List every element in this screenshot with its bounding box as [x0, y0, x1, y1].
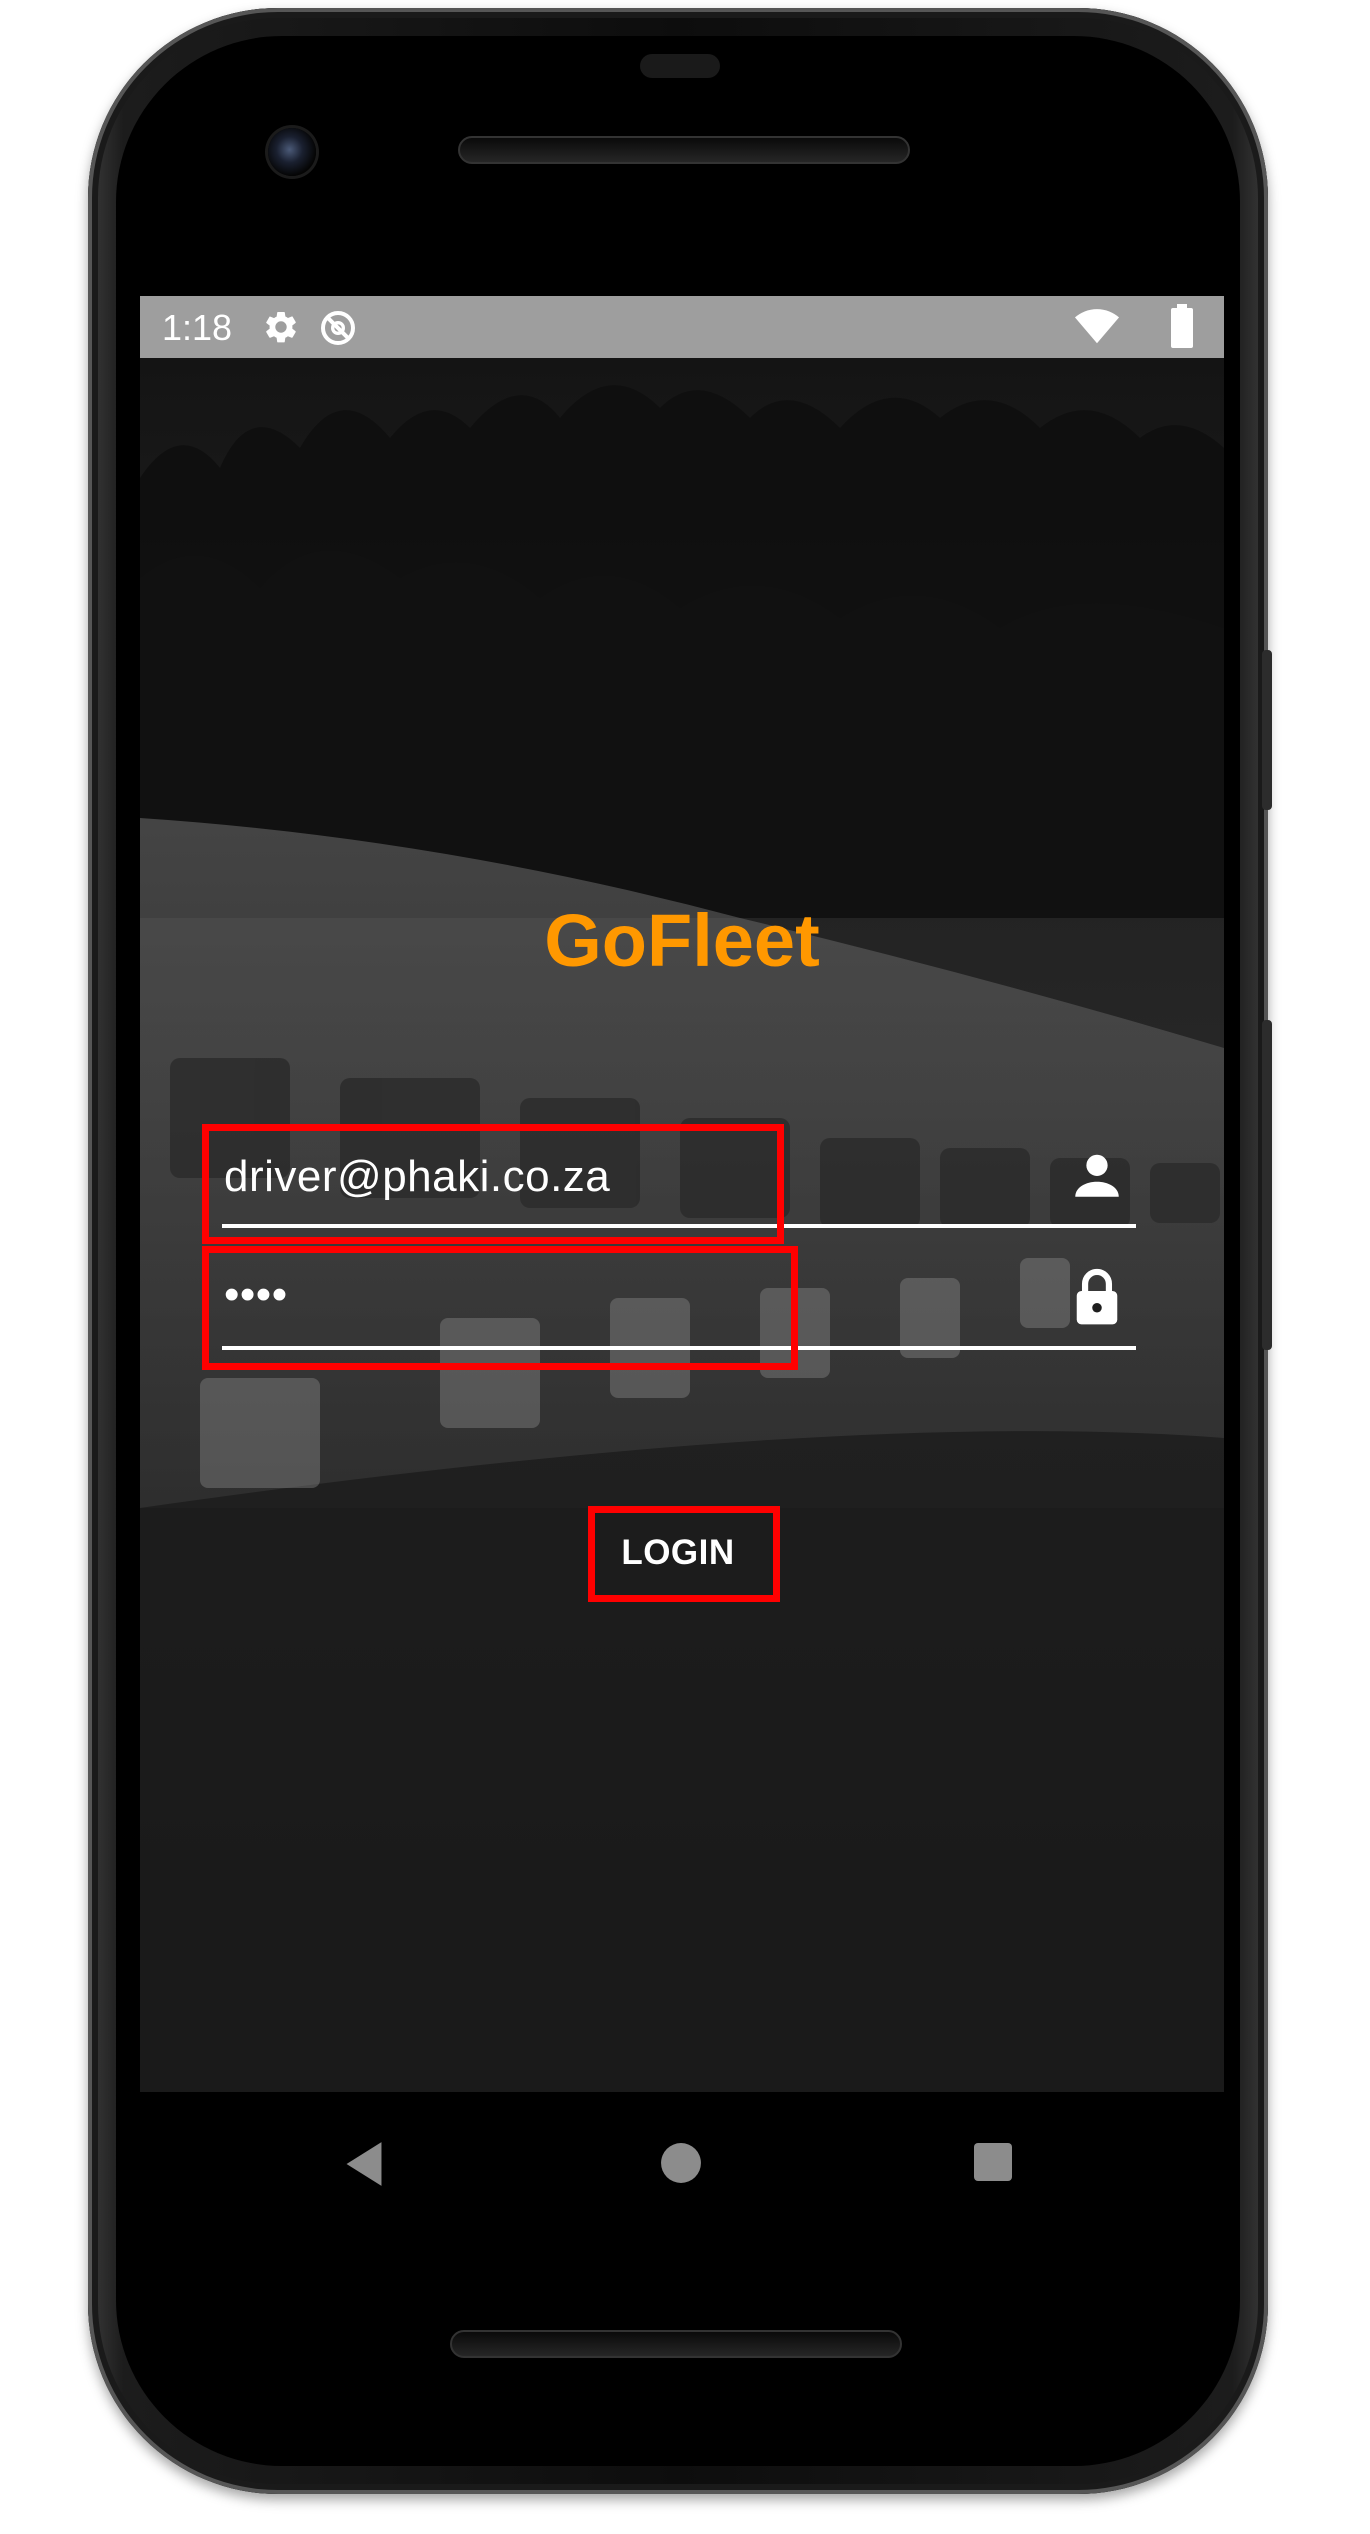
- gear-icon: [262, 308, 300, 351]
- battery-icon: [1170, 304, 1194, 353]
- navigation-bar: [0, 2118, 1370, 2208]
- home-icon[interactable]: [660, 2142, 702, 2189]
- login-highlight-box: [588, 1506, 780, 1602]
- status-bar: 1:18: [140, 296, 1224, 358]
- password-highlight-box: [202, 1246, 798, 1370]
- volume-button: [1262, 650, 1272, 810]
- app-title: GoFleet: [544, 899, 820, 982]
- status-time: 1:18: [162, 307, 233, 348]
- bottom-speaker: [450, 2330, 902, 2358]
- no-location-icon: [318, 308, 358, 353]
- earpiece-slot: [640, 54, 720, 78]
- login-screen: GoFleet driver@phaki.co.za •••• LOGIN: [140, 358, 1224, 2092]
- front-camera: [268, 128, 316, 176]
- email-highlight-box: [202, 1124, 784, 1244]
- wifi-icon: [1074, 306, 1120, 351]
- top-speaker: [458, 136, 910, 164]
- lock-icon: [1068, 1266, 1126, 1333]
- back-icon[interactable]: [342, 2140, 386, 2193]
- screen: 1:18 GoFleet driver@phaki.co.za •••• LOG…: [140, 296, 1224, 2092]
- user-icon: [1068, 1146, 1126, 1209]
- power-button: [1262, 1020, 1272, 1350]
- recents-icon[interactable]: [973, 2142, 1013, 2187]
